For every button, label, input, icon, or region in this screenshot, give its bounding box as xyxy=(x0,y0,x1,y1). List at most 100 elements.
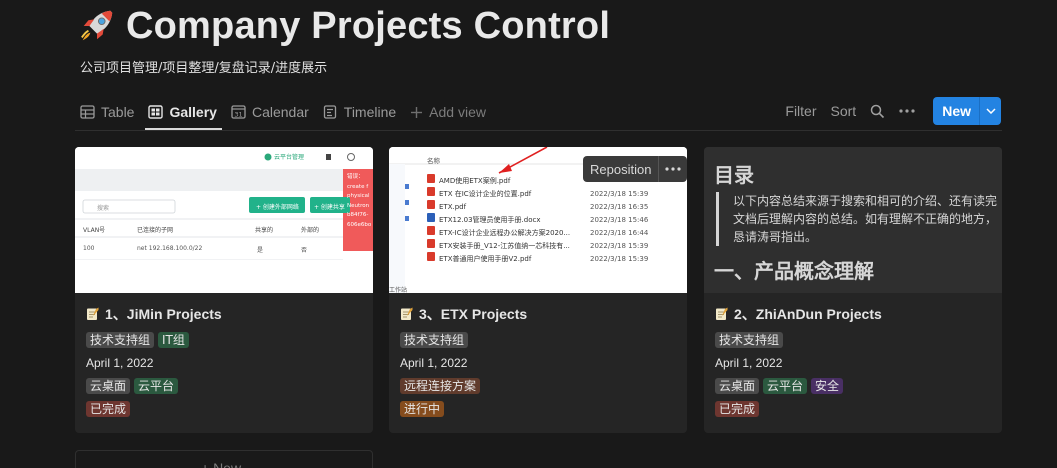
new-button[interactable]: New xyxy=(933,97,979,125)
error-line: Neutron xyxy=(347,202,370,209)
cover-header-label: 云平台管理 xyxy=(274,154,305,161)
card-properties: 3、ETX Projects 技术支持组 April 1, 2022 远程连接方… xyxy=(400,305,677,424)
tab-timeline[interactable]: Timeline xyxy=(323,99,396,125)
status-badge: 进行中 xyxy=(400,401,445,417)
gallery-icon xyxy=(148,105,164,119)
gallery-card-etx[interactable]: 名称 AMD使用ETX案例.pdf ETX 在IC设计企业的位置.pdf ETX… xyxy=(389,147,687,433)
tab-calendar[interactable]: 31 Calendar xyxy=(231,99,309,125)
group-tags: 技术支持组 IT组 xyxy=(86,332,363,348)
card-title-text: 3、ETX Projects xyxy=(419,306,528,322)
tab-gallery-label: Gallery xyxy=(169,104,217,120)
file-dates: 2022/3/18 15:39 2022/3/18 16:35 2022/3/1… xyxy=(590,188,648,266)
new-dropdown-button[interactable] xyxy=(979,97,1001,125)
card-title-text: 2、ZhiAnDun Projects xyxy=(734,306,882,322)
cloud-console-screenshot xyxy=(75,147,373,293)
add-view-label: Add view xyxy=(429,104,486,120)
timeline-icon xyxy=(323,105,336,119)
cover-col-external: 外部的 xyxy=(301,227,320,234)
page-header: Company Projects Control xyxy=(78,2,610,50)
table-icon xyxy=(80,105,95,119)
product-tags: 远程连接方案 xyxy=(400,378,677,394)
status-badge: 已完成 xyxy=(86,401,131,417)
sort-button[interactable]: Sort xyxy=(831,103,857,119)
error-line: b84f76- xyxy=(347,212,369,218)
tag-product: 云桌面 xyxy=(86,378,131,394)
file-date: 2022/3/18 15:46 xyxy=(590,216,649,224)
error-line: 606e6bo xyxy=(347,221,372,228)
status-badge: 已完成 xyxy=(715,401,760,417)
tab-table-label: Table xyxy=(101,104,135,120)
cover-more-button[interactable] xyxy=(659,156,688,182)
cover-col-vlan: VLAN号 xyxy=(83,227,106,234)
cover-btn-external-network: + 创建外部网络 xyxy=(256,204,299,211)
rocket-icon xyxy=(81,10,113,41)
status-tags: 进行中 xyxy=(400,401,677,417)
card-title-text: 1、JiMin Projects xyxy=(105,306,222,322)
gallery-card-zhiandun[interactable]: 目录 以下内容总结来源于搜索和相可的介绍、还有读完文档后理解内容的总结。如有理解… xyxy=(704,147,1002,433)
svg-text:31: 31 xyxy=(234,111,242,119)
more-horizontal-icon xyxy=(899,109,915,113)
gallery-card-jimin[interactable]: 云平台管理 搜索 + 创建外部网络 + 创建共享 VLAN号 已连接的子网 共享… xyxy=(75,147,373,433)
tag-product: 安全 xyxy=(811,378,844,394)
file-name: ETX.pdf xyxy=(439,203,467,211)
file-name: AMD使用ETX案例.pdf xyxy=(439,177,511,185)
file-name: ETX12.03管理员使用手册.docx xyxy=(439,216,541,224)
new-card-label: + New xyxy=(201,460,242,468)
search-button[interactable] xyxy=(870,104,885,119)
cover-cell-subnet: net 192.168.100.0/22 xyxy=(137,245,203,252)
card-properties: 2、ZhiAnDun Projects 技术支持组 April 1, 2022 … xyxy=(715,305,992,424)
error-line: create f xyxy=(347,183,369,190)
more-horizontal-icon xyxy=(665,167,682,171)
page-subtitle: 公司项目管理/项目整理/复盘记录/进度展示 xyxy=(80,61,328,76)
file-name: ETX 在IC设计企业的位置.pdf xyxy=(439,190,532,198)
card-title[interactable]: 1、JiMin Projects xyxy=(86,305,363,323)
cover-heading: 目录 xyxy=(714,163,754,187)
tab-timeline-label: Timeline xyxy=(343,104,397,120)
status-tags: 已完成 xyxy=(715,401,992,417)
tag-group: IT组 xyxy=(158,332,189,348)
card-cover-preview: 目录 以下内容总结来源于搜索和相可的介绍、还有读完文档后理解内容的总结。如有理解… xyxy=(704,147,1002,293)
group-tags: 技术支持组 xyxy=(400,332,677,348)
memo-icon xyxy=(401,307,413,320)
page-title: Company Projects Control xyxy=(126,4,611,47)
tag-product: 云平台 xyxy=(763,378,808,394)
product-tags: 云桌面 云平台 xyxy=(86,378,363,394)
tabs-divider xyxy=(75,130,1002,131)
cover-search-placeholder: 搜索 xyxy=(97,205,110,212)
tab-gallery[interactable]: Gallery xyxy=(148,99,217,125)
memo-icon xyxy=(716,307,728,320)
cover-col-shared: 共享的 xyxy=(255,227,274,234)
card-title[interactable]: 2、ZhiAnDun Projects xyxy=(715,305,992,323)
cover-side-text: 工作站 xyxy=(389,287,408,293)
card-date: April 1, 2022 xyxy=(86,356,154,370)
file-name: ETX安装手册_V12-江苏值纳一芯科技有... xyxy=(439,242,570,250)
tag-product: 云桌面 xyxy=(715,378,760,394)
card-title[interactable]: 3、ETX Projects xyxy=(400,305,677,323)
file-date: 2022/3/18 16:35 xyxy=(590,203,649,211)
cover-controls: Reposition xyxy=(583,156,688,182)
reposition-button[interactable]: Reposition xyxy=(583,156,660,182)
calendar-icon: 31 xyxy=(231,105,246,119)
cover-quote: 以下内容总结来源于搜索和相可的介绍、还有读完文档后理解内容的总结。如有理解不正确… xyxy=(716,192,1000,246)
new-card-placeholder[interactable]: + New xyxy=(75,450,373,468)
file-list: AMD使用ETX案例.pdf ETX 在IC设计企业的位置.pdf ETX.pd… xyxy=(439,175,570,266)
file-date: 2022/3/18 15:39 xyxy=(590,190,649,198)
view-tabs: Table Gallery 31 Calendar Timeline Add v… xyxy=(80,99,500,125)
tag-group: 技术支持组 xyxy=(400,332,469,348)
card-properties: 1、JiMin Projects 技术支持组 IT组 April 1, 2022… xyxy=(86,305,363,424)
tab-table[interactable]: Table xyxy=(80,99,134,125)
error-line: physical xyxy=(347,193,370,199)
error-line: 错误： xyxy=(347,174,364,180)
cover-error-popup: 错误： create f physical Neutron b84f76- 60… xyxy=(347,173,373,230)
file-date: 2022/3/18 15:39 xyxy=(590,242,649,250)
file-date: 2022/3/18 15:39 xyxy=(590,255,649,263)
tab-calendar-label: Calendar xyxy=(251,104,309,120)
toolbar: Filter Sort New xyxy=(771,97,1001,125)
tag-product: 云平台 xyxy=(134,378,179,394)
add-view-button[interactable]: Add view xyxy=(410,99,486,125)
memo-icon xyxy=(87,307,99,320)
more-options-button[interactable] xyxy=(899,109,915,113)
cover-cell-vlan: 100 xyxy=(83,245,95,252)
filter-button[interactable]: Filter xyxy=(785,103,816,119)
tag-group: 技术支持组 xyxy=(715,332,784,348)
